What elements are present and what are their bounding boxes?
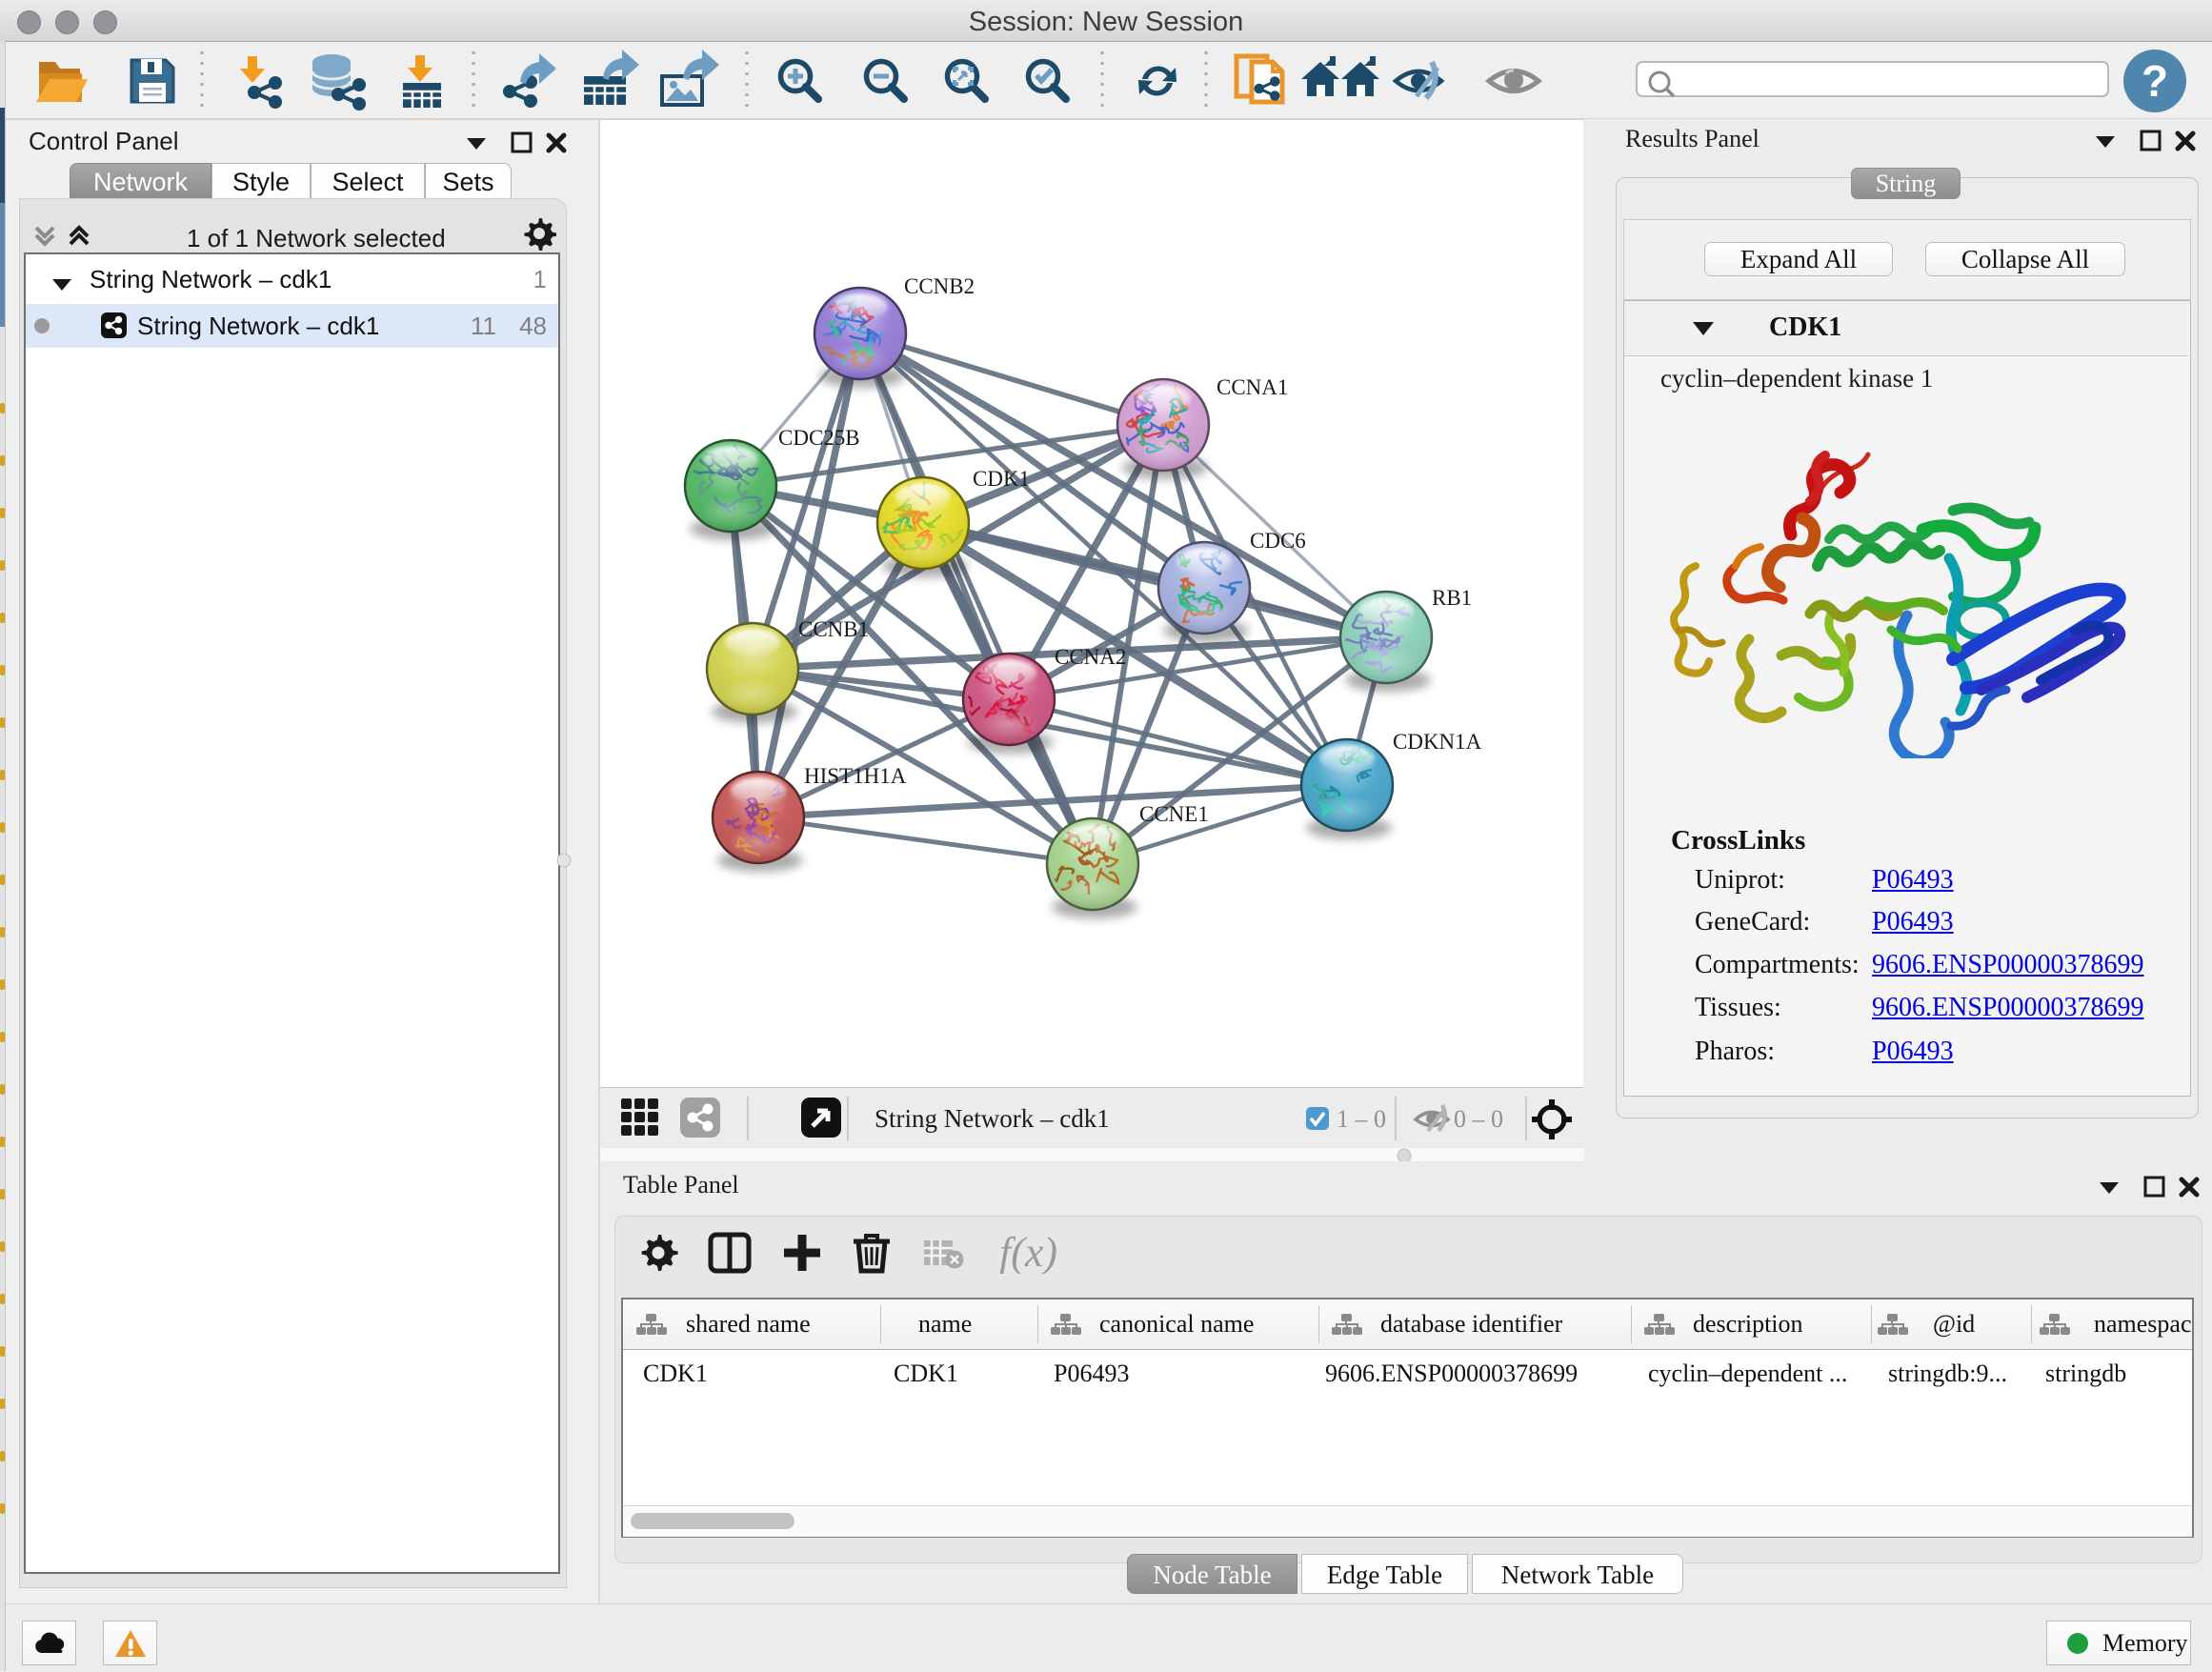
svg-text:?: ? xyxy=(2142,56,2168,106)
svg-text:f(x): f(x) xyxy=(999,1232,1057,1274)
